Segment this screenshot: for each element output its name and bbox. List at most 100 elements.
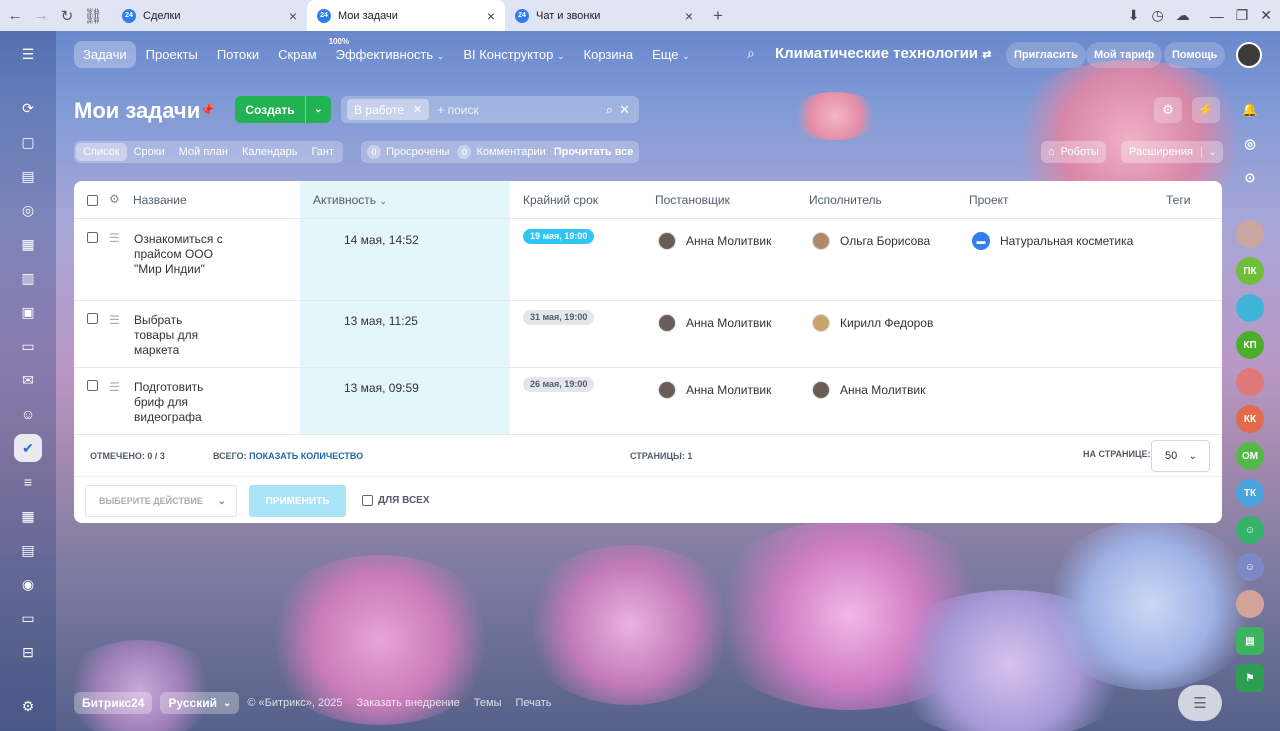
notifications-bell-icon[interactable]: 🔔 xyxy=(1236,96,1264,124)
company-name[interactable]: Климатические технологии ⇄ xyxy=(775,45,991,62)
column-responsible[interactable]: Исполнитель xyxy=(809,193,882,207)
column-name[interactable]: Название xyxy=(133,193,187,207)
contact-initials[interactable]: ПК xyxy=(1236,257,1264,285)
contact-avatar[interactable] xyxy=(1236,294,1264,322)
history-icon[interactable]: ◷ xyxy=(1151,7,1163,24)
deadline-badge[interactable]: 26 мая, 19:00 xyxy=(523,377,595,392)
drag-handle-icon[interactable]: ☰ xyxy=(109,231,120,245)
close-tab-icon[interactable]: × xyxy=(487,8,495,24)
browser-tab-active[interactable]: 24 Мои задачи × xyxy=(307,0,505,31)
nav-projects[interactable]: Проекты xyxy=(137,41,207,68)
table-row[interactable]: ☰ Ознакомиться с прайсом ООО "Мир Индии"… xyxy=(74,219,1222,301)
minimize-icon[interactable]: — xyxy=(1210,8,1224,24)
crm-icon[interactable]: ◎ xyxy=(14,196,42,224)
deadline-badge[interactable]: 19 мая, 19:00 xyxy=(523,229,595,244)
new-tab-button[interactable]: + xyxy=(705,3,731,29)
nav-more[interactable]: Еще ⌄ xyxy=(643,41,699,68)
task-title-link[interactable]: Подготовить бриф для видеографа xyxy=(134,380,212,425)
contact-initials[interactable]: ТК xyxy=(1236,479,1264,507)
user-avatar[interactable] xyxy=(1236,42,1262,68)
monitor-icon[interactable]: ▭ xyxy=(14,604,42,632)
task-title-link[interactable]: Выбрать товары для маркета xyxy=(134,313,206,358)
project[interactable]: ▬ Натуральная косметика xyxy=(972,232,1133,250)
drag-handle-icon[interactable]: ☰ xyxy=(109,380,120,394)
cloud-icon[interactable]: ☁ xyxy=(1176,7,1190,24)
row-checkbox[interactable] xyxy=(87,232,98,243)
for-all-checkbox[interactable]: ДЛЯ ВСЕХ xyxy=(362,495,430,506)
nav-scrum[interactable]: Скрам xyxy=(269,41,325,68)
apply-button[interactable]: ПРИМЕНИТЬ xyxy=(249,485,346,517)
contact-avatar[interactable] xyxy=(1236,590,1264,618)
mail-icon[interactable]: ✉ xyxy=(14,366,42,394)
search-chat-icon[interactable]: ⊙ xyxy=(1236,164,1264,192)
nav-trash[interactable]: Корзина xyxy=(575,41,643,68)
settings-gear-icon[interactable]: ⚙ xyxy=(14,692,42,720)
documents-icon[interactable]: ▥ xyxy=(14,264,42,292)
tariff-button[interactable]: Мой тариф xyxy=(1086,42,1163,68)
contact-avatar[interactable] xyxy=(1236,368,1264,396)
themes-link[interactable]: Темы xyxy=(474,697,502,709)
view-deadlines[interactable]: Сроки xyxy=(127,143,172,161)
filter-chip[interactable]: В работе ✕ xyxy=(347,99,430,120)
checkbox[interactable] xyxy=(362,495,373,506)
group-icon[interactable]: ☺ xyxy=(1236,553,1264,581)
row-checkbox[interactable] xyxy=(87,313,98,324)
contact-initials[interactable]: КП xyxy=(1236,331,1264,359)
clear-icon[interactable]: ✕ xyxy=(619,102,630,118)
chat-menu-icon[interactable]: ☰ xyxy=(1178,685,1222,721)
column-deadline[interactable]: Крайний срок xyxy=(523,193,598,207)
forward-icon[interactable]: → xyxy=(28,3,54,29)
download-icon[interactable]: ⬇ xyxy=(1128,7,1140,24)
close-window-icon[interactable]: ✕ xyxy=(1260,7,1272,24)
close-tab-icon[interactable]: × xyxy=(685,8,693,24)
copilot-icon[interactable]: ◎ xyxy=(1236,130,1264,158)
overdue-counter[interactable]: 0 Просрочены xyxy=(367,145,449,159)
column-creator[interactable]: Постановщик xyxy=(655,193,730,207)
calendar-icon[interactable]: ▦ xyxy=(14,230,42,258)
column-activity[interactable]: Активность ⌄ xyxy=(313,193,387,207)
creator[interactable]: Анна Молитвик xyxy=(658,381,771,399)
table-row[interactable]: ☰ Подготовить бриф для видеографа 13 мая… xyxy=(74,368,1222,435)
select-all-checkbox[interactable] xyxy=(87,195,98,206)
deadline-badge[interactable]: 31 мая, 19:00 xyxy=(523,310,595,325)
link-icon[interactable]: ⛓ xyxy=(80,3,106,29)
help-button[interactable]: Помощь xyxy=(1164,42,1226,68)
contact-initials[interactable]: КК xyxy=(1236,405,1264,433)
menu-hamburger-icon[interactable]: ☰ xyxy=(14,40,42,68)
browser-tab[interactable]: 24 Сделки × xyxy=(112,0,307,31)
bookmark-icon[interactable]: ⚑ xyxy=(1236,664,1264,692)
target-icon[interactable]: ◉ xyxy=(14,570,42,598)
task-title-link[interactable]: Ознакомиться с прайсом ООО "Мир Индии" xyxy=(134,232,226,277)
extensions-button[interactable]: Расширения ⌄ xyxy=(1121,141,1223,163)
contact-initials[interactable]: ОМ xyxy=(1236,442,1264,470)
search-input[interactable]: + поиск xyxy=(437,103,478,117)
restore-icon[interactable]: ❐ xyxy=(1236,7,1249,24)
shop-icon[interactable]: ▤ xyxy=(14,536,42,564)
bitrix24-logo[interactable]: Битрикс24 xyxy=(74,692,153,714)
groups-icon[interactable]: ☺ xyxy=(14,400,42,428)
basket-icon[interactable]: ⊟ xyxy=(14,638,42,666)
view-my-plan[interactable]: Мой план xyxy=(172,143,235,161)
nav-bi-constructor[interactable]: BI Конструктор ⌄ xyxy=(454,41,573,68)
column-tags[interactable]: Теги xyxy=(1166,193,1190,207)
create-button[interactable]: Создать ⌄ xyxy=(235,96,331,123)
settings-gear-icon[interactable]: ⚙ xyxy=(1154,97,1182,123)
column-settings-gear-icon[interactable]: ⚙ xyxy=(109,192,120,206)
drive-icon[interactable]: ▭ xyxy=(14,332,42,360)
sync-icon[interactable]: ⟳ xyxy=(14,94,42,122)
filter-icon[interactable]: ≡ xyxy=(14,468,42,496)
print-link[interactable]: Печать xyxy=(516,697,552,709)
show-count-link[interactable]: ПОКАЗАТЬ КОЛИЧЕСТВО xyxy=(249,451,363,461)
close-tab-icon[interactable]: × xyxy=(289,8,297,24)
search-icon[interactable]: ⌕ xyxy=(747,45,755,62)
remove-chip-icon[interactable]: ✕ xyxy=(413,103,422,116)
comments-counter[interactable]: 0 Комментарии xyxy=(457,145,546,159)
robots-button[interactable]: ⌂ Роботы xyxy=(1041,141,1106,163)
board-icon[interactable]: ▤ xyxy=(1236,627,1264,655)
filter-search-box[interactable]: В работе ✕ + поиск ⌕ ✕ xyxy=(341,96,639,123)
nav-flows[interactable]: Потоки xyxy=(208,41,268,68)
creator[interactable]: Анна Молитвик xyxy=(658,232,771,250)
tasks-icon[interactable]: ✔ xyxy=(14,434,42,462)
responsible[interactable]: Ольга Борисова xyxy=(812,232,930,250)
feed-icon[interactable]: ▤ xyxy=(14,162,42,190)
